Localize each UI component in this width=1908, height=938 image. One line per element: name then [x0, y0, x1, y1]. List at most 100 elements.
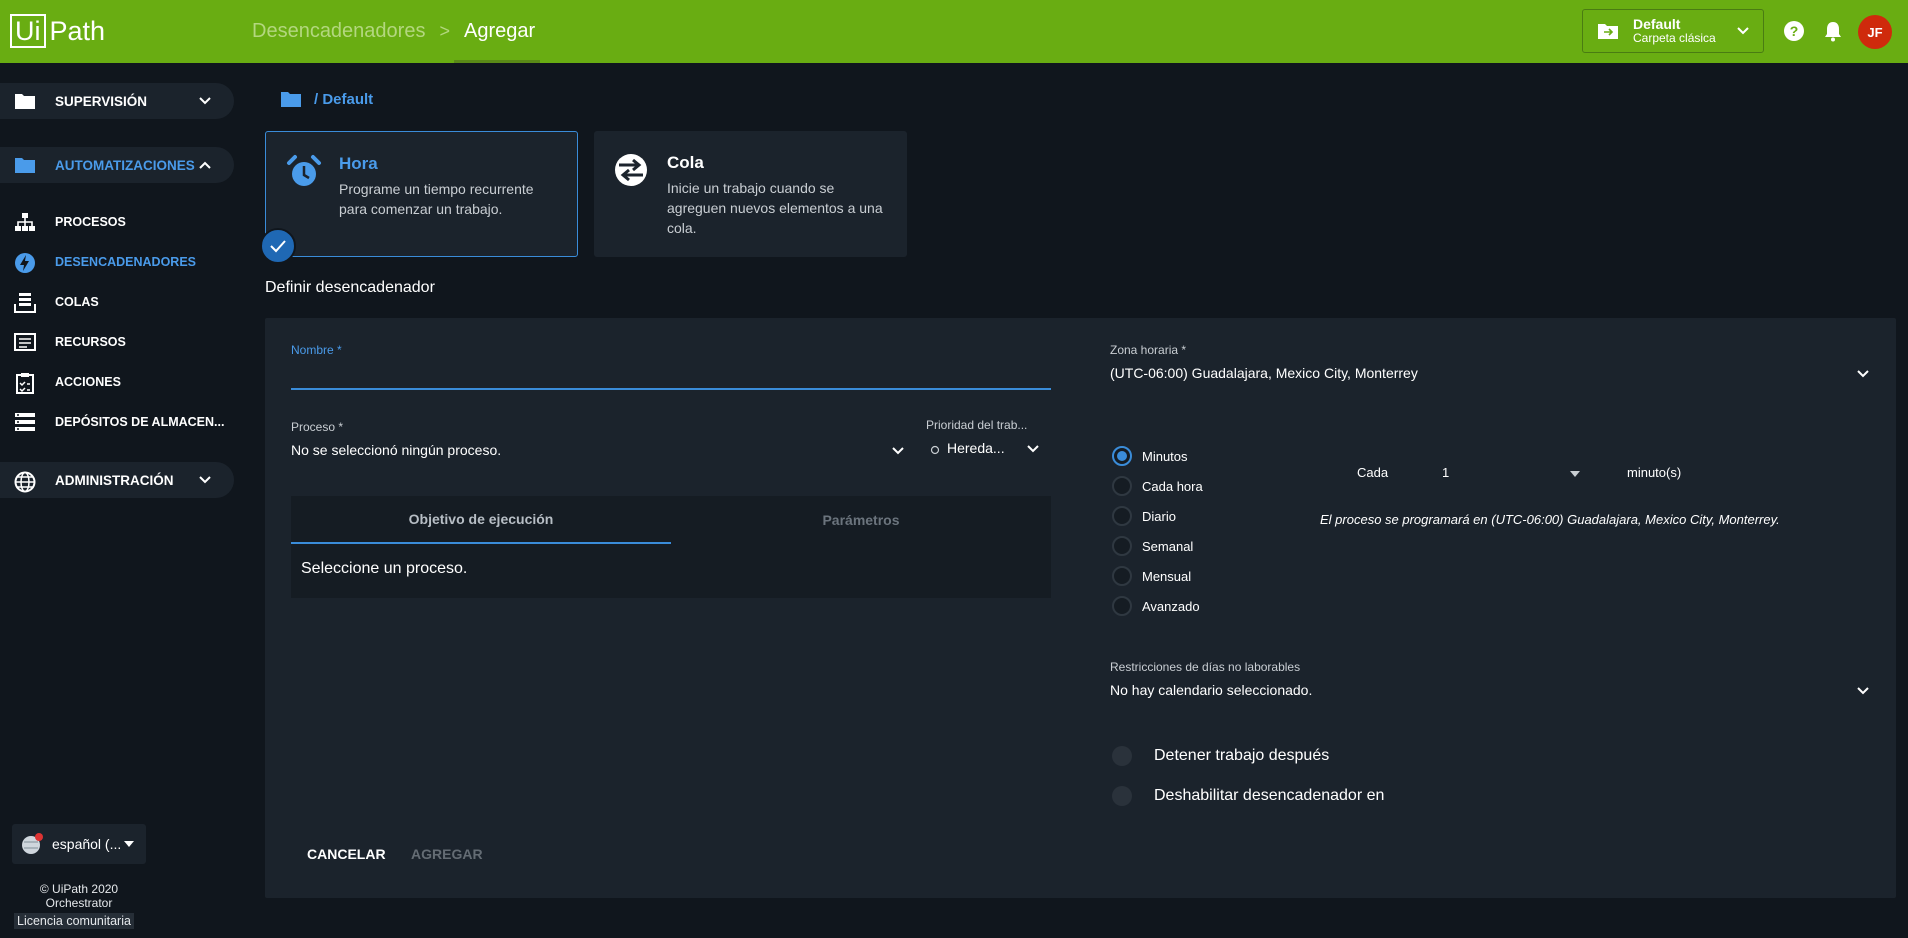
sidebar-item-colas[interactable]: COLAS — [0, 287, 240, 317]
sidebar-group-supervision[interactable]: SUPERVISIÓN — [0, 83, 234, 119]
sidebar-group-automatizaciones[interactable]: AUTOMATIZACIONES — [0, 147, 234, 183]
chevron-up-icon — [199, 161, 211, 169]
caret-down-icon[interactable] — [1570, 471, 1580, 477]
chevron-down-icon[interactable] — [1025, 441, 1041, 457]
tab-parameters[interactable]: Parámetros — [671, 496, 1051, 544]
frequency-radio-hourly[interactable]: Cada hora — [1112, 476, 1203, 496]
sidebar-item-acciones[interactable]: ACCIONES — [0, 367, 240, 397]
priority-select[interactable]: Hereda... — [947, 440, 1005, 456]
radio-circle — [1112, 596, 1132, 616]
queue-icon — [14, 293, 36, 313]
sidebar-group-administracion[interactable]: ADMINISTRACIÓN — [0, 462, 234, 498]
sidebar-item-label: RECURSOS — [55, 335, 126, 349]
disable-trigger-toggle[interactable]: Deshabilitar desencadenador en — [1112, 786, 1384, 806]
trigger-form: Nombre * Proceso * No se seleccionó ning… — [265, 318, 1896, 898]
folder-switch-icon — [1598, 24, 1618, 39]
sidebar-item-depositos[interactable]: DEPÓSITOS DE ALMACEN... — [0, 407, 240, 437]
bell-icon[interactable] — [1823, 20, 1843, 42]
every-value-select[interactable]: 1 — [1442, 465, 1572, 480]
assets-icon — [14, 333, 36, 351]
frequency-radio-minutes[interactable]: Minutos — [1112, 446, 1188, 466]
radio-circle — [1112, 536, 1132, 556]
toggle-label: Deshabilitar desencadenador en — [1154, 787, 1385, 804]
sidebar-item-label: DESENCADENADORES — [55, 255, 196, 269]
clipboard-icon — [16, 373, 34, 394]
frequency-radio-monthly[interactable]: Mensual — [1112, 566, 1191, 586]
sidebar-item-recursos[interactable]: RECURSOS — [0, 327, 240, 357]
folder-type: Carpeta clásica — [1633, 31, 1716, 45]
selected-check-icon — [260, 228, 296, 264]
every-label: Cada — [1357, 465, 1389, 480]
every-unit: minuto(s) — [1627, 465, 1682, 480]
folder-path-text: / Default — [314, 90, 374, 108]
nonwork-calendar-select[interactable]: No hay calendario seleccionado. — [1110, 682, 1312, 698]
cancel-button[interactable]: CANCELAR — [291, 838, 402, 870]
copyright: © UiPath 2020 Orchestrator — [0, 882, 158, 910]
sidebar-item-procesos[interactable]: PROCESOS — [0, 207, 240, 237]
card-description: Inicie un trabajo cuando se agreguen nue… — [667, 180, 883, 236]
language-label: español (... — [52, 836, 122, 852]
radio-label: Diario — [1142, 508, 1176, 524]
chevron-down-icon — [199, 476, 211, 484]
radio-circle — [1112, 506, 1132, 526]
help-icon[interactable]: ? — [1783, 20, 1805, 42]
language-selector[interactable]: español (... — [12, 824, 146, 864]
globe-flag-icon — [22, 833, 43, 854]
chevron-down-icon[interactable] — [890, 443, 906, 459]
trigger-type-queue-card[interactable]: Cola Inicie un trabajo cuando se agregue… — [594, 131, 907, 257]
breadcrumb-current: Agregar — [453, 0, 541, 63]
radio-circle — [1112, 476, 1132, 496]
sidebar: SUPERVISIÓN AUTOMATIZACIONES PROCESOS DE… — [0, 63, 240, 938]
frequency-radio-advanced[interactable]: Avanzado — [1112, 596, 1200, 616]
lightning-icon — [15, 253, 35, 273]
sidebar-item-label: DEPÓSITOS DE ALMACEN... — [55, 415, 225, 429]
top-bar: Ui Path Desencadenadores > Agregar Defau… — [0, 0, 1908, 63]
process-label: Proceso * — [291, 420, 344, 434]
breadcrumb-separator: > — [439, 21, 450, 41]
copyright-line: © UiPath 2020 — [39, 882, 119, 896]
process-select[interactable]: No se seleccionó ningún proceso. — [291, 442, 501, 458]
stop-job-toggle[interactable]: Detener trabajo después — [1112, 746, 1329, 766]
priority-label: Prioridad del trab... — [926, 418, 1028, 432]
svg-text:?: ? — [1790, 23, 1799, 39]
timezone-select[interactable]: (UTC-06:00) Guadalajara, Mexico City, Mo… — [1110, 365, 1418, 381]
tab-execution-target[interactable]: Objetivo de ejecución — [291, 496, 671, 544]
sidebar-item-label: PROCESOS — [55, 215, 126, 229]
chevron-down-icon[interactable] — [1855, 683, 1871, 699]
avatar[interactable]: JF — [1858, 15, 1892, 49]
folder-icon — [15, 94, 35, 109]
sidebar-group-label: AUTOMATIZACIONES — [55, 157, 195, 173]
folder-icon — [281, 92, 301, 107]
name-input[interactable] — [291, 365, 1051, 387]
priority-dot-icon — [930, 445, 940, 455]
card-title: Hora — [339, 154, 378, 173]
chevron-down-icon — [199, 97, 211, 105]
chevron-down-icon[interactable] — [1855, 366, 1871, 382]
license-badge: Licencia comunitaria — [14, 913, 134, 929]
logo-ui: Ui — [10, 14, 46, 48]
sidebar-group-label: SUPERVISIÓN — [55, 93, 148, 109]
radio-circle — [1112, 566, 1132, 586]
breadcrumb-triggers[interactable]: Desencadenadores — [252, 20, 425, 43]
frequency-radio-weekly[interactable]: Semanal — [1112, 536, 1193, 556]
folder-icon — [15, 158, 35, 173]
name-underline — [291, 388, 1051, 390]
sidebar-group-label: ADMINISTRACIÓN — [55, 472, 174, 488]
sidebar-item-desencadenadores[interactable]: DESENCADENADORES — [0, 247, 240, 277]
uipath-logo[interactable]: Ui Path — [10, 14, 105, 48]
frequency-radio-daily[interactable]: Diario — [1112, 506, 1176, 526]
add-button[interactable]: AGREGAR — [395, 838, 499, 870]
card-title: Cola — [667, 153, 704, 172]
chevron-down-icon — [1737, 27, 1749, 35]
trigger-type-time-card[interactable]: Hora Programe un tiempo recurrente para … — [265, 131, 578, 257]
toggle-circle — [1112, 786, 1132, 806]
tab-content-text: Seleccione un proceso. — [301, 560, 468, 577]
folder-selector[interactable]: Default Carpeta clásica — [1582, 9, 1764, 53]
sitemap-icon — [15, 213, 35, 231]
caret-down-icon — [124, 841, 134, 847]
toggle-label: Detener trabajo después — [1154, 747, 1330, 764]
radio-circle — [1112, 446, 1132, 466]
radio-label: Cada hora — [1142, 478, 1203, 494]
timezone-label: Zona horaria * — [1110, 343, 1187, 357]
copyright-product: Orchestrator — [45, 896, 113, 910]
